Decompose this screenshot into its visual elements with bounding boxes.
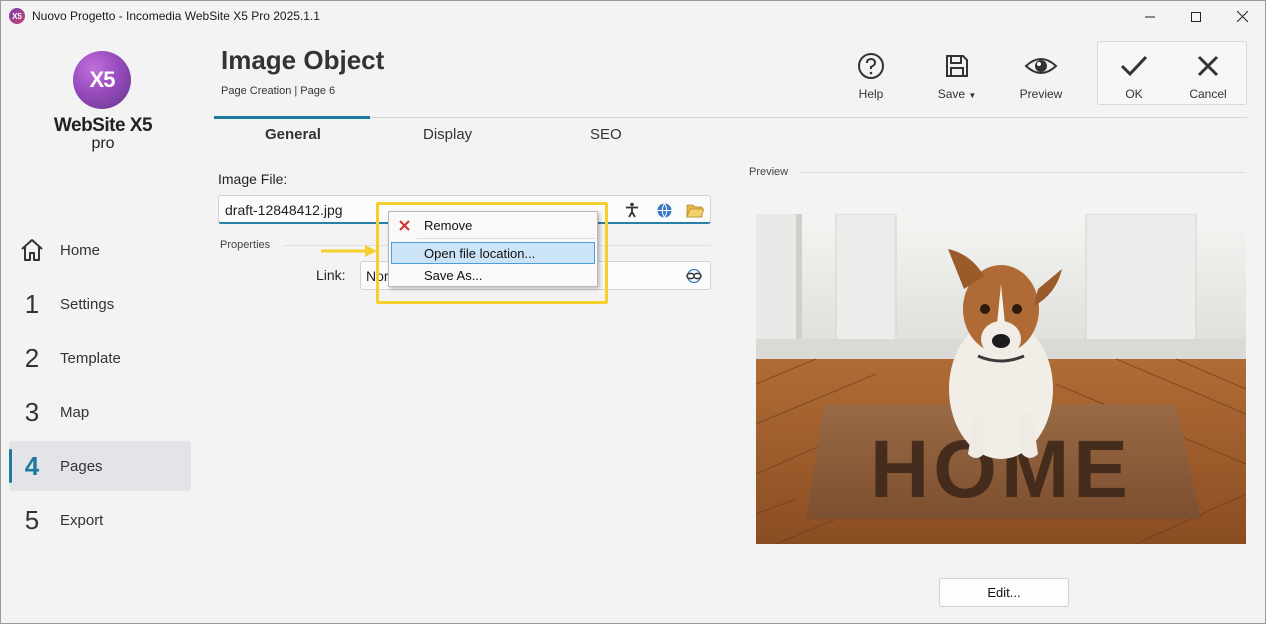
link-chain-icon[interactable] — [685, 267, 703, 285]
sidebar-item-label: Settings — [60, 295, 115, 313]
save-label: Save — [937, 87, 966, 101]
menu-item-save-as[interactable]: Save As... — [391, 264, 595, 286]
sidebar-item-settings[interactable]: 1 Settings — [9, 279, 191, 329]
sidebar-item-export[interactable]: 5 Export — [9, 495, 191, 545]
menu-item-label: Open file location... — [424, 246, 536, 261]
minimize-icon — [1145, 16, 1155, 17]
home-icon — [9, 237, 55, 263]
logo-name: WebSite X5 — [53, 115, 153, 136]
preview-label: Preview — [1019, 87, 1063, 101]
image-file-value: draft-12848412.jpg — [225, 202, 343, 218]
close-icon — [1236, 11, 1248, 22]
menu-item-open-file-location[interactable]: Open file location... — [391, 242, 595, 264]
page-title: Image Object — [221, 45, 385, 75]
breadcrumb: Page Creation | Page 6 — [221, 85, 336, 97]
image-file-label: Image File: — [218, 171, 288, 187]
active-indicator — [9, 449, 12, 483]
sidebar-item-template[interactable]: 2 Template — [9, 333, 191, 383]
help-button[interactable]: Help — [836, 49, 906, 101]
app-window: X5 Nuovo Progetto - Incomedia WebSite X5… — [0, 0, 1266, 624]
maximize-button[interactable] — [1173, 1, 1219, 32]
web-image-icon[interactable] — [655, 201, 673, 219]
open-folder-icon[interactable] — [686, 201, 704, 219]
step-number: 2 — [24, 342, 40, 373]
step-number: 1 — [24, 288, 40, 319]
sidebar-item-label: Map — [60, 403, 90, 421]
preview-section-label: Preview — [749, 166, 789, 178]
step-number: 4 — [24, 450, 40, 481]
save-icon — [922, 49, 992, 83]
sidebar-item-label: Template — [60, 349, 121, 367]
tab-display[interactable]: Display — [423, 126, 472, 143]
help-icon — [836, 49, 906, 83]
logo-badge: X5 — [73, 51, 131, 109]
close-window-button[interactable] — [1219, 1, 1265, 32]
title-bar: X5 Nuovo Progetto - Incomedia WebSite X5… — [1, 1, 1265, 32]
cancel-label: Cancel — [1189, 87, 1227, 101]
logo-edition: pro — [91, 135, 115, 152]
sidebar-item-label: Export — [60, 511, 104, 529]
sidebar-item-label: Pages — [60, 457, 103, 475]
menu-item-label: Remove — [424, 218, 473, 233]
eye-icon — [1006, 49, 1076, 83]
menu-item-remove[interactable]: Remove — [391, 214, 595, 236]
sidebar-item-map[interactable]: 3 Map — [9, 387, 191, 437]
ok-label: OK — [1125, 87, 1143, 101]
help-label: Help — [858, 87, 884, 101]
window-title: Nuovo Progetto - Incomedia WebSite X5 Pr… — [32, 9, 320, 23]
accessibility-icon[interactable] — [623, 201, 641, 219]
preview-button[interactable]: Preview — [1006, 49, 1076, 101]
link-label: Link: — [316, 267, 346, 283]
save-button[interactable]: Save ▼ — [922, 49, 992, 101]
maximize-icon — [1191, 11, 1201, 22]
properties-section-label: Properties — [220, 239, 271, 251]
step-number: 3 — [24, 396, 40, 427]
chevron-down-icon: ▼ — [968, 91, 977, 100]
tab-seo[interactable]: SEO — [590, 126, 622, 143]
tab-general[interactable]: General — [265, 126, 321, 143]
sidebar-item-label: Home — [60, 241, 101, 259]
sidebar-item-home[interactable]: Home — [9, 225, 191, 275]
step-number: 5 — [24, 504, 40, 535]
active-tab-indicator — [214, 116, 370, 119]
menu-separator — [417, 238, 595, 239]
minimize-button[interactable] — [1127, 1, 1173, 32]
cancel-x-icon — [1173, 49, 1243, 83]
ok-button[interactable]: OK — [1099, 49, 1169, 101]
menu-item-label: Save As... — [424, 268, 483, 283]
annotation-arrow-icon — [321, 245, 377, 257]
checkmark-icon — [1099, 49, 1169, 83]
context-menu: Remove Open file location... Save As... — [388, 211, 598, 287]
preview-image: HOME — [756, 214, 1246, 544]
preview-divider — [799, 172, 1246, 173]
cancel-button[interactable]: Cancel — [1173, 49, 1243, 101]
edit-image-button[interactable]: Edit... — [939, 578, 1069, 607]
sidebar-item-pages[interactable]: 4 Pages — [9, 441, 191, 491]
app-logo-icon: X5 — [9, 8, 25, 24]
red-x-icon — [397, 218, 411, 232]
